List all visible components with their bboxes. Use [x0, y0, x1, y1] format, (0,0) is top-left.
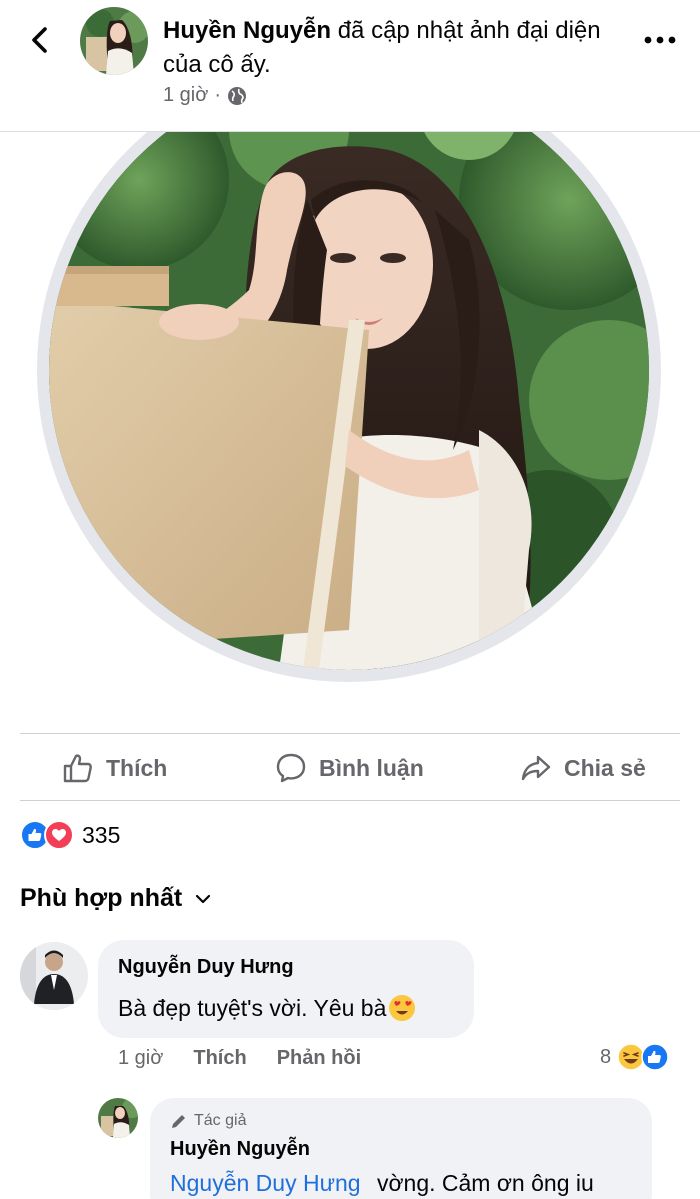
- like-icon: [641, 1043, 669, 1071]
- author-badge: Tác giả: [170, 1112, 246, 1130]
- sort-label: Phù hợp nhất: [20, 884, 183, 912]
- post-action-bar: Thích Bình luận Chia sẻ: [20, 733, 680, 801]
- comment-reaction-count: 8: [600, 1045, 612, 1068]
- comment-like-link[interactable]: Thích: [193, 1047, 246, 1070]
- post-header: Huyền Nguyễn đã cập nhật ảnh đại diện củ…: [0, 0, 700, 132]
- reply-text-row: Nguyễn Duy Hưng vờng. Cảm ơn ông iu: [170, 1170, 594, 1197]
- reaction-count: 335: [82, 821, 121, 848]
- comment-bubble: Nguyễn Duy Hưng Bà đẹp tuyệt's vời. Yêu …: [98, 940, 474, 1038]
- heart-eyes-emoji-icon: [389, 995, 416, 1021]
- comment-text: Bà đẹp tuyệt's vời. Yêu bà: [118, 994, 387, 1021]
- author-badge-label: Tác giả: [194, 1112, 247, 1129]
- reply-bubble: Tác giả Huyền Nguyễn Nguyễn Duy Hưng vờn…: [150, 1098, 652, 1199]
- comment-button[interactable]: Bình luận: [275, 752, 424, 784]
- comment-reply-link[interactable]: Phản hồi: [277, 1047, 361, 1070]
- globe-icon: [228, 86, 247, 105]
- more-options-icon[interactable]: [640, 28, 680, 52]
- profile-photo-ring: [37, 132, 661, 682]
- share-arrow-icon: [521, 755, 551, 781]
- share-label: Chia sẻ: [564, 754, 646, 781]
- comment-label: Bình luận: [319, 754, 424, 781]
- share-button[interactable]: Chia sẻ: [520, 752, 646, 784]
- reply-author-avatar[interactable]: [98, 1098, 138, 1138]
- comment-meta: 1 giờ Thích Phản hồi: [118, 1047, 361, 1070]
- profile-photo[interactable]: [49, 132, 649, 670]
- profile-photo-frame: [37, 132, 661, 684]
- back-arrow-icon[interactable]: [22, 22, 58, 58]
- love-reaction-icon: [44, 820, 74, 850]
- comment-sort-dropdown[interactable]: Phù hợp nhất: [20, 884, 212, 913]
- like-label: Thích: [106, 754, 168, 781]
- commenter-avatar[interactable]: [20, 942, 88, 1010]
- reply-author-name[interactable]: Huyền Nguyễn: [170, 1138, 310, 1161]
- meta-separator: ·: [214, 84, 222, 106]
- commenter-name[interactable]: Nguyễn Duy Hưng: [118, 956, 294, 979]
- post-time[interactable]: 1 giờ: [163, 84, 208, 107]
- post-meta: 1 giờ ·: [163, 84, 247, 107]
- chevron-down-icon: [196, 894, 211, 903]
- reaction-summary[interactable]: 335: [20, 820, 120, 850]
- author-name[interactable]: Huyền Nguyễn: [163, 17, 331, 44]
- pencil-icon: [172, 1115, 185, 1128]
- comment-bubble-icon: [276, 753, 306, 783]
- comment-reaction-summary[interactable]: 8: [600, 1043, 669, 1071]
- like-button[interactable]: Thích: [62, 752, 167, 784]
- comment-text-row: Bà đẹp tuyệt's vời. Yêu bà: [118, 994, 416, 1022]
- thumbs-up-icon: [63, 754, 92, 783]
- reply-mention[interactable]: Nguyễn Duy Hưng: [170, 1170, 361, 1196]
- reply-text: vờng. Cảm ơn ông iu: [376, 1170, 594, 1196]
- comment-time[interactable]: 1 giờ: [118, 1047, 163, 1070]
- post-headline: Huyền Nguyễn đã cập nhật ảnh đại diện củ…: [163, 14, 613, 82]
- author-avatar[interactable]: [80, 7, 148, 75]
